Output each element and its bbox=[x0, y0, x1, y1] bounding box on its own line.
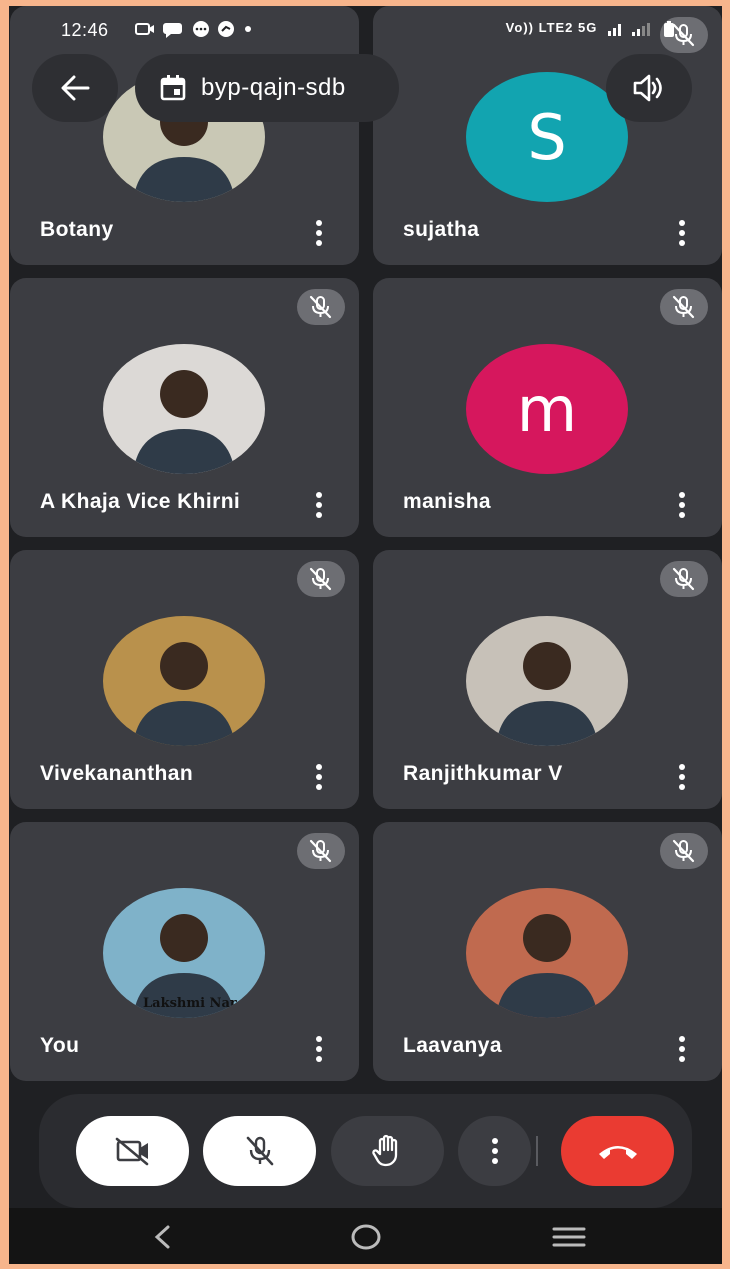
participant-avatar bbox=[466, 888, 628, 1018]
mic-muted-icon bbox=[660, 833, 708, 869]
raise-hand-button[interactable] bbox=[331, 1116, 444, 1186]
signal-battery-icon bbox=[608, 20, 674, 37]
camera-off-icon bbox=[115, 1137, 148, 1166]
participant-tile[interactable]: Laavanya bbox=[373, 822, 722, 1081]
mic-muted-icon bbox=[660, 289, 708, 325]
arrow-left-icon bbox=[61, 75, 90, 101]
participant-name: sujatha bbox=[403, 218, 480, 241]
mic-off-icon bbox=[246, 1136, 273, 1166]
participant-options-icon[interactable] bbox=[315, 764, 323, 790]
participant-options-icon[interactable] bbox=[678, 492, 686, 518]
person-photo-icon bbox=[496, 914, 598, 1018]
network-label: Vo)) LTE2 5G bbox=[505, 20, 598, 35]
person-photo-icon bbox=[133, 370, 235, 474]
status-bar: 12:46 Vo)) LTE2 5G bbox=[9, 6, 722, 56]
more-options-button[interactable] bbox=[458, 1116, 531, 1186]
participant-avatar bbox=[103, 616, 265, 746]
mic-muted-icon bbox=[297, 561, 345, 597]
notification-icons bbox=[135, 20, 253, 42]
participant-name: Ranjithkumar V bbox=[403, 762, 563, 785]
more-vert-icon bbox=[491, 1138, 498, 1164]
participant-options-icon[interactable] bbox=[678, 220, 686, 246]
status-right: Vo)) LTE2 5G bbox=[506, 20, 678, 37]
participant-tile[interactable]: Lakshmi Nar You bbox=[10, 822, 359, 1081]
end-call-button[interactable] bbox=[561, 1116, 674, 1186]
participant-avatar: m bbox=[466, 344, 628, 474]
back-nav-icon[interactable] bbox=[147, 1222, 177, 1252]
recents-nav-icon[interactable] bbox=[551, 1222, 587, 1252]
speaker-button[interactable] bbox=[606, 54, 692, 122]
mic-toggle-button[interactable] bbox=[203, 1116, 316, 1186]
mic-muted-icon bbox=[660, 561, 708, 597]
meet-screen: 12:46 Vo)) LTE2 5G byp-qajn-sdb Botany S… bbox=[9, 6, 722, 1264]
participant-options-icon[interactable] bbox=[678, 764, 686, 790]
controls-divider bbox=[536, 1136, 538, 1166]
meeting-code: byp-qajn-sdb bbox=[201, 74, 346, 101]
notification-icons-svg bbox=[135, 21, 251, 38]
avatar-caption: Lakshmi Nar bbox=[143, 996, 237, 1011]
home-nav-icon[interactable] bbox=[349, 1222, 383, 1252]
call-controls bbox=[39, 1094, 692, 1208]
participant-avatar bbox=[103, 344, 265, 474]
participant-options-icon[interactable] bbox=[315, 220, 323, 246]
camera-toggle-button[interactable] bbox=[76, 1116, 189, 1186]
participant-avatar bbox=[466, 616, 628, 746]
mic-muted-icon bbox=[297, 289, 345, 325]
participant-name: Laavanya bbox=[403, 1034, 502, 1057]
person-photo-icon bbox=[496, 642, 598, 746]
back-button[interactable] bbox=[32, 54, 118, 122]
calendar-icon bbox=[159, 74, 187, 102]
participant-name: manisha bbox=[403, 490, 491, 513]
participant-options-icon[interactable] bbox=[315, 1036, 323, 1062]
mic-muted-icon bbox=[297, 833, 345, 869]
status-time: 12:46 bbox=[61, 20, 109, 40]
volume-icon bbox=[633, 74, 662, 102]
participant-options-icon[interactable] bbox=[315, 492, 323, 518]
participant-name: You bbox=[40, 1034, 80, 1057]
participant-options-icon[interactable] bbox=[678, 1036, 686, 1062]
avatar-initial: S bbox=[527, 100, 567, 174]
raise-hand-icon bbox=[371, 1134, 397, 1167]
participant-avatar: S bbox=[466, 72, 628, 202]
participant-tile[interactable]: A Khaja Vice Khirni bbox=[10, 278, 359, 537]
participant-tile[interactable]: Ranjithkumar V bbox=[373, 550, 722, 809]
system-nav-bar bbox=[9, 1208, 722, 1264]
person-photo-icon bbox=[133, 642, 235, 746]
participant-tile[interactable]: Vivekananthan bbox=[10, 550, 359, 809]
participant-name: Botany bbox=[40, 218, 114, 241]
participant-tile[interactable]: m manisha bbox=[373, 278, 722, 537]
meeting-code-chip[interactable]: byp-qajn-sdb bbox=[135, 54, 399, 122]
participant-name: A Khaja Vice Khirni bbox=[40, 490, 241, 513]
end-call-icon bbox=[598, 1146, 637, 1159]
participant-name: Vivekananthan bbox=[40, 762, 194, 785]
participant-avatar: Lakshmi Nar bbox=[103, 888, 265, 1018]
avatar-initial: m bbox=[516, 372, 578, 446]
